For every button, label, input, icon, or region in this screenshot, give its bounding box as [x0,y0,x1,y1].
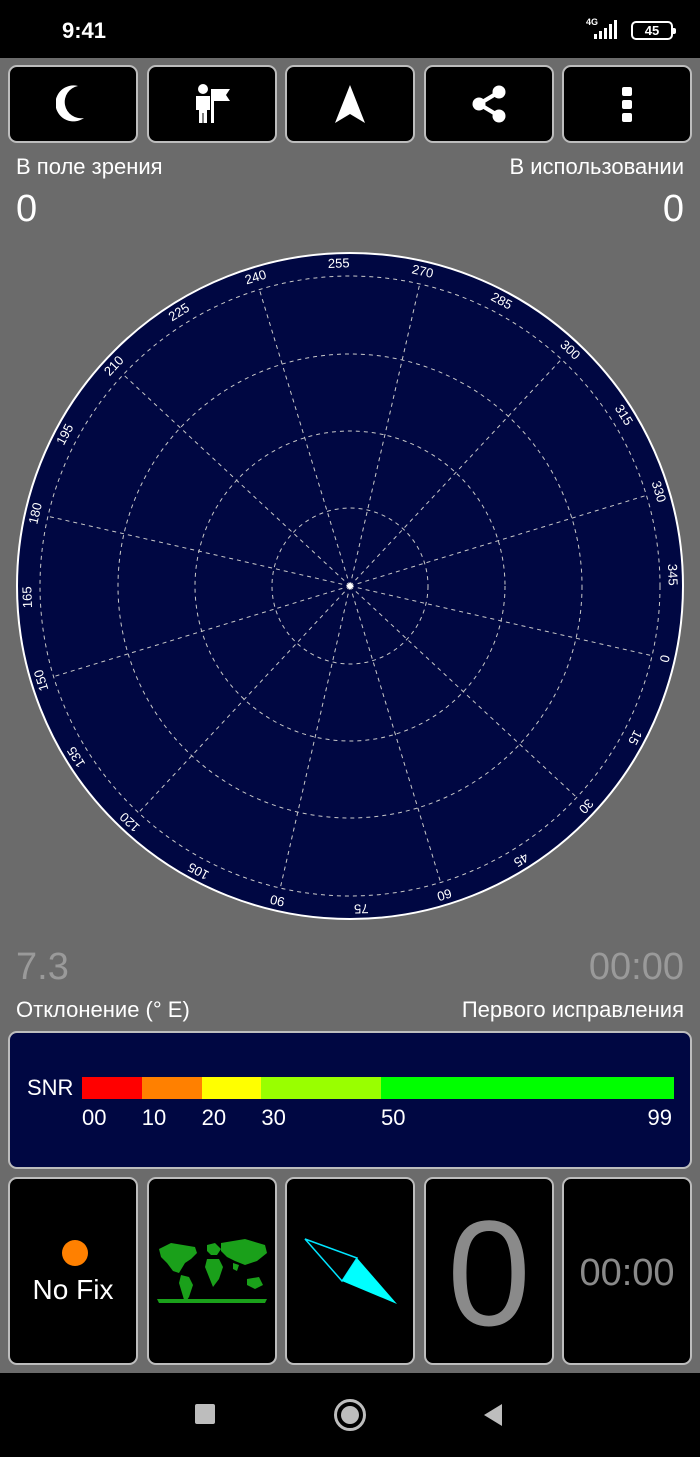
in-use-label: В использовании [509,154,684,179]
time-value: 00:00 [579,1252,675,1294]
snr-segment [201,1077,262,1099]
bearing-label: 255 [328,255,350,271]
snr-segment [380,1077,674,1099]
snr-label: SNR [27,1075,74,1100]
snr-segment [141,1077,202,1099]
snr-tick-label: 00 [82,1105,107,1130]
snr-tick-label: 99 [647,1105,672,1130]
sky-plot-center [347,583,353,589]
signal-icon [594,20,617,39]
in-view-count: 0 [16,188,38,230]
fix-status-text: No Fix [32,1274,114,1305]
compass-needle-icon [304,1238,397,1304]
home-icon[interactable] [334,1399,366,1431]
night-mode-icon [56,85,84,122]
battery-icon: 45 [631,21,676,40]
status-time: 9:41 [62,18,107,43]
share-icon [472,85,506,123]
share-button[interactable] [424,65,554,143]
more-options-button[interactable] [562,65,692,143]
bearing-label: 165 [19,586,35,608]
navigation-arrow-icon [335,85,365,123]
snr-segment [261,1077,381,1099]
fix-status-dot [62,1240,88,1266]
snr-tick-label: 10 [141,1105,167,1130]
night-mode-button[interactable] [8,65,138,143]
navigation-bar [0,1373,700,1457]
snr-panel: SNR 00 10 20 30 50 99 [8,1031,692,1169]
snr-tick-label: 20 [201,1105,227,1130]
more-vert-icon [622,87,632,122]
navigate-button[interactable] [285,65,415,143]
time-tile[interactable]: 00:00 [562,1177,692,1365]
satellite-count-tile[interactable]: 0 [424,1177,554,1365]
declination-value: 7.3 [16,946,69,988]
back-icon[interactable] [482,1403,504,1427]
location-flag-button[interactable] [147,65,277,143]
world-map-tile[interactable] [147,1177,277,1365]
first-fix-label: Первого исправления [461,997,684,1022]
status-bar: 9:41 4G 45 [0,0,700,58]
fix-status-tile[interactable]: No Fix [8,1177,138,1365]
recent-apps-icon[interactable] [195,1404,215,1424]
satellite-count: 0 [447,1189,531,1357]
declination-label: Отклонение (° E) [16,997,190,1022]
snr-tick-label: 50 [380,1105,406,1130]
snr-segment [82,1077,142,1099]
bearing-label: 75 [354,901,369,916]
snr-color-bar [82,1077,674,1099]
bearing-label: 345 [665,564,681,586]
snr-tick-label: 30 [261,1105,286,1130]
in-view-label: В поле зрения [16,154,163,179]
first-fix-value: 00:00 [588,946,684,988]
in-use-count: 0 [662,188,684,230]
world-map-icon [157,1239,267,1303]
person-flag-icon [196,84,230,123]
sky-plot[interactable]: 0153045607590105120135150165180195210225… [0,236,700,936]
compass-tile[interactable] [285,1177,415,1365]
